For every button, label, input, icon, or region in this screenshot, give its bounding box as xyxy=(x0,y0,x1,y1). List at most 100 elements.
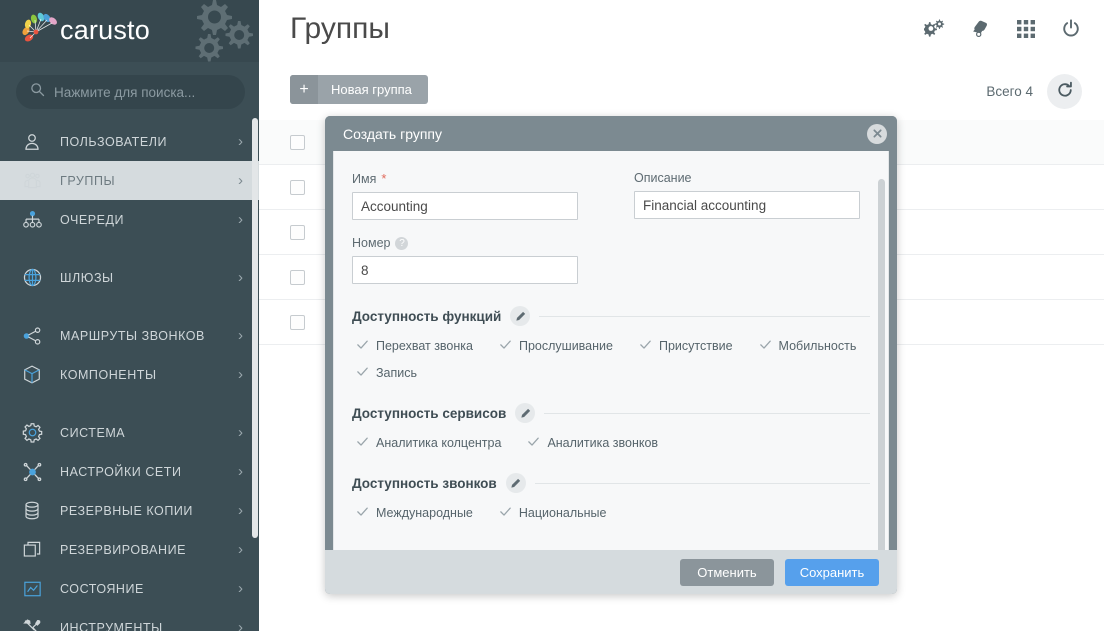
database-icon xyxy=(22,500,48,521)
section-title: Доступность звонков xyxy=(352,475,497,491)
top-bar: Группы xyxy=(259,0,1104,62)
new-group-button[interactable]: + Новая группа xyxy=(290,75,428,104)
sidebar-item-4[interactable]: ШЛЮЗЫ › xyxy=(0,258,259,297)
sidebar-item-label: РЕЗЕРВНЫЕ КОПИИ xyxy=(60,503,193,518)
queue-icon xyxy=(22,210,48,230)
name-input[interactable] xyxy=(352,192,578,220)
permission-label: Мобильность xyxy=(778,339,857,353)
form-row-2-spacer xyxy=(634,236,860,284)
sidebar-item-7[interactable]: СИСТЕМА › xyxy=(0,413,259,452)
chart-icon xyxy=(22,579,48,599)
row-checkbox[interactable] xyxy=(290,269,305,285)
permission-chip: Аналитика колцентра xyxy=(356,435,501,451)
permission-chip: Аналитика звонков xyxy=(527,435,658,451)
row-checkbox[interactable] xyxy=(290,179,305,195)
chevron-right-icon: › xyxy=(238,502,243,519)
description-input[interactable] xyxy=(634,191,860,219)
row-checkbox[interactable] xyxy=(290,134,305,150)
user-icon xyxy=(22,132,48,152)
apps-grid-icon[interactable] xyxy=(1016,19,1036,44)
save-button[interactable]: Сохранить xyxy=(785,558,879,586)
sidebar-item-1[interactable]: ПОЛЬЗОВАТЕЛИ › xyxy=(0,122,259,161)
carusto-peacock-logo-icon xyxy=(18,10,60,50)
section-items: Аналитика колцентра Аналитика звонков xyxy=(352,435,870,451)
check-icon xyxy=(527,435,540,451)
section-title: Доступность сервисов xyxy=(352,405,507,421)
row-checkbox[interactable] xyxy=(290,314,305,330)
section-3: Доступность звонков Международные Национал… xyxy=(352,473,870,521)
pencil-icon[interactable] xyxy=(505,473,526,493)
create-group-dialog: Создать группу Имя * Accounting Описание… xyxy=(325,116,897,594)
check-icon xyxy=(759,338,772,354)
chevron-right-icon: › xyxy=(238,269,243,286)
search-input[interactable] xyxy=(54,84,231,100)
power-icon[interactable] xyxy=(1060,18,1082,45)
section-items: Перехват звонка Прослушивание Присутствие М… xyxy=(352,338,870,381)
sidebar-item-2[interactable]: ГРУППЫ › xyxy=(0,161,259,200)
globe-icon xyxy=(22,267,48,288)
permission-chip: Присутствие xyxy=(639,338,733,354)
chevron-right-icon: › xyxy=(238,580,243,597)
sidebar-item-12[interactable]: ИНСТРУМЕНТЫ › xyxy=(0,608,259,631)
search-icon xyxy=(30,82,45,102)
number-field-wrap: Номер ? xyxy=(352,236,578,284)
pencil-icon[interactable] xyxy=(510,306,531,326)
sidebar-item-9[interactable]: РЕЗЕРВНЫЕ КОПИИ › xyxy=(0,491,259,530)
dialog-scrollbar[interactable] xyxy=(878,179,885,550)
section-divider xyxy=(534,482,870,484)
brand-logo[interactable]: carusto xyxy=(18,10,150,50)
permission-label: Запись xyxy=(376,366,418,380)
chevron-right-icon: › xyxy=(238,541,243,558)
name-field-wrap: Имя * xyxy=(352,171,578,220)
settings-gears-icon[interactable] xyxy=(922,18,946,45)
plus-icon: + xyxy=(290,75,318,104)
refresh-button[interactable] xyxy=(1047,74,1082,109)
row-checkbox[interactable] xyxy=(290,224,305,240)
sidebar-search-area xyxy=(0,62,259,122)
permission-label: Аналитика звонков xyxy=(547,436,659,450)
sidebar-item-label: НАСТРОЙКИ СЕТИ xyxy=(60,464,182,479)
permission-label: Присутствие xyxy=(658,339,733,353)
description-field-wrap: Описание xyxy=(634,171,860,220)
help-icon[interactable]: ? xyxy=(395,236,409,250)
check-icon xyxy=(356,505,369,521)
network-icon xyxy=(22,462,48,482)
search-box[interactable] xyxy=(16,75,245,109)
sidebar-item-label: ГРУППЫ xyxy=(60,173,116,188)
permission-sections: Доступность функций Перехват звонка Прослу… xyxy=(352,306,870,521)
form-row-2: Номер ? xyxy=(352,236,870,284)
sidebar-nav: ПОЛЬЗОВАТЕЛИ › ГРУППЫ › ОЧЕРЕДИ › ШЛЮЗЫ › МАРШРУ… xyxy=(0,122,259,631)
section-title: Доступность функций xyxy=(352,308,502,324)
number-input[interactable] xyxy=(352,256,578,284)
permission-chip: Запись xyxy=(356,365,417,381)
permission-label: Прослушивание xyxy=(518,339,613,353)
tools-icon xyxy=(22,618,48,631)
cube-icon xyxy=(22,364,48,385)
sidebar-scrollbar[interactable] xyxy=(252,118,258,538)
sidebar-item-10[interactable]: РЕЗЕРВИРОВАНИЕ › xyxy=(0,530,259,569)
sidebar-item-8[interactable]: НАСТРОЙКИ СЕТИ › xyxy=(0,452,259,491)
chevron-right-icon: › xyxy=(238,133,243,150)
sidebar-logo-area: carusto xyxy=(0,0,259,62)
dialog-footer: Отменить Сохранить xyxy=(325,550,897,594)
chevron-right-icon: › xyxy=(238,327,243,344)
permission-chip: Перехват звонка xyxy=(356,338,473,354)
sidebar-item-5[interactable]: МАРШРУТЫ ЗВОНКОВ › xyxy=(0,316,259,355)
cancel-button[interactable]: Отменить xyxy=(680,558,774,586)
permission-label: Национальные xyxy=(518,506,607,520)
sidebar-item-3[interactable]: ОЧЕРЕДИ › xyxy=(0,200,259,239)
section-2: Доступность сервисов Аналитика колцентра А… xyxy=(352,403,870,451)
chevron-right-icon: › xyxy=(238,366,243,383)
sidebar: carusto Нажмите для поиска... ПОЛЬЗОВАТЕ… xyxy=(0,0,259,631)
sidebar-item-11[interactable]: СОСТОЯНИЕ › xyxy=(0,569,259,608)
bell-icon[interactable] xyxy=(970,18,992,45)
sidebar-item-6[interactable]: КОМПОНЕНТЫ › xyxy=(0,355,259,394)
pencil-icon[interactable] xyxy=(515,403,536,423)
chevron-right-icon: › xyxy=(238,424,243,441)
permission-chip: Прослушивание xyxy=(499,338,613,354)
section-1: Доступность функций Перехват звонка Прослу… xyxy=(352,306,870,381)
check-icon xyxy=(356,338,369,354)
close-icon[interactable] xyxy=(867,123,887,144)
gear-outline-icon xyxy=(22,422,48,443)
section-header: Доступность функций xyxy=(352,306,870,326)
